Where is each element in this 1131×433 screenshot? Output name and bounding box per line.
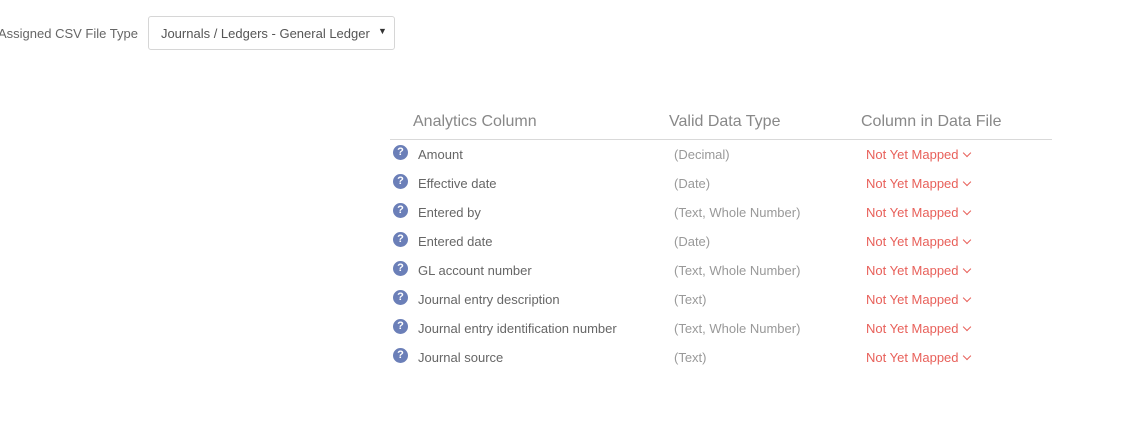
analytics-column-name: Journal entry description bbox=[418, 292, 560, 307]
header-valid-data-type: Valid Data Type bbox=[669, 113, 781, 130]
valid-data-type: (Date) bbox=[674, 176, 711, 191]
analytics-column-name: Effective date bbox=[418, 176, 497, 191]
chevron-down-icon bbox=[962, 206, 971, 215]
mapping-dropdown[interactable]: Not Yet Mapped bbox=[866, 205, 971, 220]
chevron-down-icon bbox=[962, 351, 971, 360]
help-icon[interactable]: ? bbox=[393, 145, 408, 160]
mapping-dropdown[interactable]: Not Yet Mapped bbox=[866, 263, 971, 278]
mapping-status: Not Yet Mapped bbox=[866, 321, 959, 336]
table-row: ? Entered date (Date) Not Yet Mapped bbox=[390, 227, 1052, 256]
valid-data-type: (Text) bbox=[674, 292, 707, 307]
file-type-row: Assigned CSV File Type Journals / Ledger… bbox=[0, 16, 395, 50]
valid-data-type: (Decimal) bbox=[674, 147, 730, 162]
file-type-select[interactable]: Journals / Ledgers - General Ledger ▼ bbox=[147, 16, 395, 50]
table-row: ? Journal entry description (Text) Not Y… bbox=[390, 285, 1052, 314]
mapping-dropdown[interactable]: Not Yet Mapped bbox=[866, 292, 971, 307]
valid-data-type: (Text, Whole Number) bbox=[674, 263, 801, 278]
file-type-label: Assigned CSV File Type bbox=[0, 25, 138, 41]
column-mapping-table: Analytics Column Valid Data Type Column … bbox=[390, 110, 1052, 372]
chevron-down-icon bbox=[962, 322, 971, 331]
help-icon[interactable]: ? bbox=[393, 174, 408, 189]
table-row: ? Amount (Decimal) Not Yet Mapped bbox=[390, 140, 1052, 169]
mapping-status: Not Yet Mapped bbox=[866, 176, 959, 191]
mapping-page: Assigned CSV File Type Journals / Ledger… bbox=[0, 0, 1131, 433]
mapping-status: Not Yet Mapped bbox=[866, 147, 959, 162]
analytics-column-name: GL account number bbox=[418, 263, 532, 278]
chevron-down-icon bbox=[962, 148, 971, 157]
chevron-down-icon bbox=[962, 293, 971, 302]
mapping-status: Not Yet Mapped bbox=[866, 350, 959, 365]
chevron-down-icon bbox=[962, 177, 971, 186]
table-row: ? GL account number (Text, Whole Number)… bbox=[390, 256, 1052, 285]
analytics-column-name: Entered date bbox=[418, 234, 493, 249]
file-type-selected-value: Journals / Ledgers - General Ledger bbox=[160, 25, 370, 41]
mapping-dropdown[interactable]: Not Yet Mapped bbox=[866, 147, 971, 162]
chevron-down-icon bbox=[962, 235, 971, 244]
analytics-column-name: Journal entry identification number bbox=[418, 321, 617, 336]
valid-data-type: (Date) bbox=[674, 234, 711, 249]
mapping-status: Not Yet Mapped bbox=[866, 263, 959, 278]
mapping-status: Not Yet Mapped bbox=[866, 234, 959, 249]
mapping-dropdown[interactable]: Not Yet Mapped bbox=[866, 321, 971, 336]
table-row: ? Entered by (Text, Whole Number) Not Ye… bbox=[390, 198, 1052, 227]
valid-data-type: (Text, Whole Number) bbox=[674, 205, 801, 220]
valid-data-type: (Text, Whole Number) bbox=[674, 321, 801, 336]
header-analytics-column: Analytics Column bbox=[413, 113, 537, 130]
analytics-column-name: Journal source bbox=[418, 350, 504, 365]
help-icon[interactable]: ? bbox=[393, 290, 408, 305]
table-row: ? Journal source (Text) Not Yet Mapped bbox=[390, 343, 1052, 372]
table-row: ? Journal entry identification number (T… bbox=[390, 314, 1052, 343]
mapping-status: Not Yet Mapped bbox=[866, 205, 959, 220]
mapping-dropdown[interactable]: Not Yet Mapped bbox=[866, 234, 971, 249]
table-row: ? Effective date (Date) Not Yet Mapped bbox=[390, 169, 1052, 198]
header-column-in-data-file: Column in Data File bbox=[861, 113, 1002, 130]
help-icon[interactable]: ? bbox=[393, 348, 408, 363]
mapping-dropdown[interactable]: Not Yet Mapped bbox=[866, 350, 971, 365]
valid-data-type: (Text) bbox=[674, 350, 707, 365]
help-icon[interactable]: ? bbox=[393, 232, 408, 247]
chevron-down-icon bbox=[962, 264, 971, 273]
analytics-column-name: Entered by bbox=[418, 205, 481, 220]
caret-down-icon: ▼ bbox=[378, 26, 387, 36]
help-icon[interactable]: ? bbox=[393, 319, 408, 334]
mapping-dropdown[interactable]: Not Yet Mapped bbox=[866, 176, 971, 191]
analytics-column-name: Amount bbox=[418, 147, 463, 162]
help-icon[interactable]: ? bbox=[393, 261, 408, 276]
help-icon[interactable]: ? bbox=[393, 203, 408, 218]
mapping-status: Not Yet Mapped bbox=[866, 292, 959, 307]
table-header: Analytics Column Valid Data Type Column … bbox=[390, 110, 1052, 140]
